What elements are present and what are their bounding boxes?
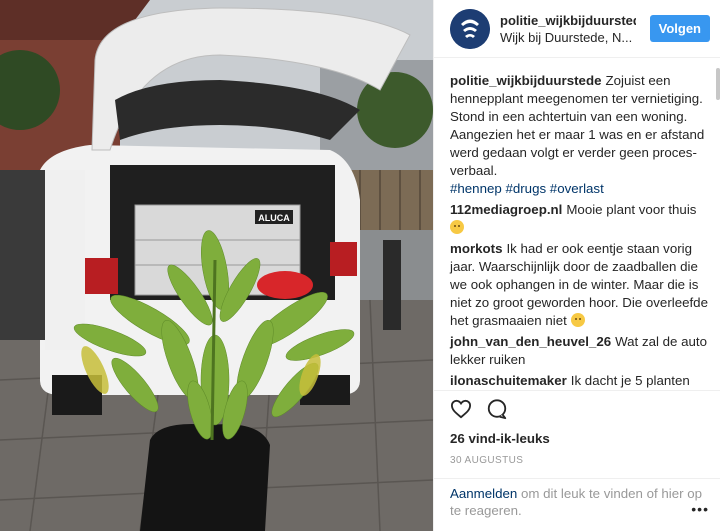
comment-text: Mooie plant voor thuis <box>566 202 697 217</box>
police-logo-icon <box>450 8 490 49</box>
post-date[interactable]: 30 AUGUSTUS <box>450 455 705 466</box>
post-side-panel: politie_wijkbijduurstede Wijk bij Duurst… <box>433 0 720 531</box>
photo-illustration: ALUCA <box>0 0 433 531</box>
post-header: politie_wijkbijduurstede Wijk bij Duurst… <box>434 0 720 58</box>
login-link[interactable]: Aanmelden <box>450 486 517 501</box>
comment-username[interactable]: ilonaschuitemaker <box>450 373 567 388</box>
caption: politie_wijkbijduurstede Zojuist een henn… <box>450 72 711 198</box>
comment-item: john_van_den_heuvel_26 Wat zal de auto le… <box>450 333 711 369</box>
likes-count[interactable]: 26 vind-ik-leuks <box>450 431 705 446</box>
comment-item: morkots Ik had er ook eentje staan vorig … <box>450 240 711 330</box>
heart-icon[interactable] <box>450 399 472 422</box>
comments-scrollbar[interactable] <box>716 68 720 100</box>
login-prompt: Aanmelden om dit leuk te vinden of hier … <box>434 478 720 531</box>
follow-button[interactable]: Volgen <box>649 15 710 42</box>
comment-item: 112mediagroep.nl Mooie plant voor thuis <box>450 201 711 237</box>
wink-emoji-icon <box>450 220 464 234</box>
avatar[interactable] <box>450 8 490 49</box>
grin-emoji-icon <box>570 313 585 327</box>
more-options-icon[interactable]: ••• <box>691 501 709 518</box>
caption-text: Zojuist een hennepplant meegenomen ter v… <box>450 73 705 178</box>
comment-username[interactable]: 112mediagroep.nl <box>450 202 562 217</box>
caption-username[interactable]: politie_wijkbijduurstede <box>450 73 601 88</box>
post-actions: 26 vind-ik-leuks 30 AUGUSTUS <box>434 390 720 478</box>
post-photo[interactable]: ALUCA <box>0 0 433 531</box>
comment-item: ilonaschuitemaker Ik dacht je 5 planten <box>450 372 711 390</box>
comment-icon[interactable] <box>486 398 508 423</box>
comment-text: Ik dacht je 5 planten <box>570 373 690 388</box>
comment-username[interactable]: john_van_den_heuvel_26 <box>450 334 611 349</box>
comment-username[interactable]: morkots <box>450 241 502 256</box>
comments-list[interactable]: politie_wijkbijduurstede Zojuist een henn… <box>434 58 720 390</box>
header-location[interactable]: Wijk bij Duurstede, N... <box>500 30 636 45</box>
box-brand-label: ALUCA <box>258 213 290 223</box>
header-username[interactable]: politie_wijkbijduurstede <box>500 13 636 28</box>
caption-hashtags[interactable]: #hennep #drugs #overlast <box>450 181 604 196</box>
